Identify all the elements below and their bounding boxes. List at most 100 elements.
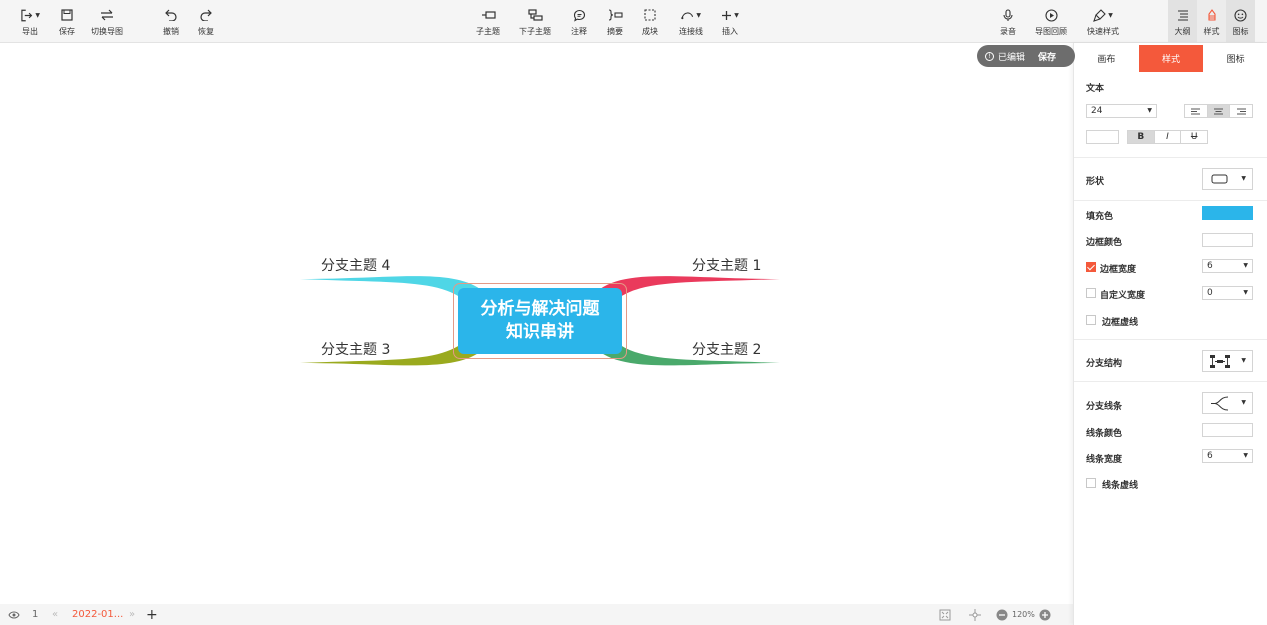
summary-button[interactable]: 摘要 xyxy=(603,0,627,42)
shape-select[interactable]: ▼ xyxy=(1202,168,1253,190)
style-button[interactable]: 样式 xyxy=(1197,0,1226,42)
block-button[interactable]: 成块 xyxy=(638,0,662,42)
sheet-tab[interactable]: 2022-01... xyxy=(72,604,123,625)
border-dash-label: 边框虚线 xyxy=(1102,318,1139,328)
structure-icon xyxy=(1210,355,1230,368)
root-topic[interactable]: 分析与解决问题 知识串讲 xyxy=(458,288,622,354)
branch-topic-3[interactable]: 分支主题 3 xyxy=(321,339,390,359)
export-icon xyxy=(21,9,33,21)
add-sheet-icon[interactable]: + xyxy=(146,604,158,625)
branch-structure-label: 分支结构 xyxy=(1086,359,1123,369)
info-icon: ! xyxy=(985,51,994,61)
fit-screen-button[interactable] xyxy=(939,604,951,625)
branch-topic-4[interactable]: 分支主题 4 xyxy=(321,255,390,275)
line-width-select[interactable]: 6 ▼ xyxy=(1202,449,1253,463)
next-sheet-icon[interactable]: » xyxy=(129,604,135,625)
insert-button[interactable]: ▼ 插入 xyxy=(718,0,742,42)
root-topic-line1: 分析与解决问题 xyxy=(480,299,600,319)
plus-icon xyxy=(722,10,732,20)
status-save-button[interactable]: 保存 xyxy=(1038,50,1056,63)
zoom-in-icon xyxy=(1039,609,1051,620)
mindmap-app: ▼ 导出 保存 切换导图 撤销 恢复 子主题 下子主题 注释 摘要 成块 ▼ 连… xyxy=(0,0,1267,625)
branch-topic-2[interactable]: 分支主题 2 xyxy=(692,339,761,359)
chevron-down-icon: ▼ xyxy=(696,11,701,19)
center-button[interactable] xyxy=(969,604,981,625)
child-topic-icon xyxy=(481,11,496,19)
italic-button[interactable]: I xyxy=(1155,131,1182,143)
branch-line-label: 分支线条 xyxy=(1086,402,1123,412)
outline-button[interactable]: 大纲 xyxy=(1168,0,1197,42)
curve-line-icon xyxy=(1211,396,1229,411)
redo-button[interactable]: 恢复 xyxy=(193,0,219,42)
block-icon xyxy=(644,9,656,21)
divider xyxy=(1074,200,1267,201)
border-width-label: 边框宽度 xyxy=(1100,265,1137,275)
sub-topic-label: 下子主题 xyxy=(519,27,551,36)
line-color-swatch[interactable] xyxy=(1202,423,1253,437)
note-button[interactable]: 注释 xyxy=(567,0,591,42)
root-topic-line2: 知识串讲 xyxy=(506,322,574,342)
save-button[interactable]: 保存 xyxy=(54,0,80,42)
fill-color-swatch[interactable] xyxy=(1202,206,1253,220)
child-topic-button[interactable]: 子主题 xyxy=(474,0,502,42)
align-right-icon xyxy=(1236,108,1246,114)
custom-width-value: 0 xyxy=(1207,288,1213,298)
border-color-swatch[interactable] xyxy=(1202,233,1253,247)
edit-status-pill: ! 已编辑 保存 xyxy=(977,45,1075,67)
tab-style[interactable]: 样式 xyxy=(1138,45,1204,72)
undo-button[interactable]: 撤销 xyxy=(158,0,184,42)
zoom-in-button[interactable] xyxy=(1039,604,1051,625)
text-color-swatch[interactable] xyxy=(1086,130,1119,144)
align-right-button[interactable] xyxy=(1230,105,1252,117)
text-align-group xyxy=(1184,104,1253,118)
brush-icon xyxy=(1093,8,1106,22)
line-dash-label: 线条虚线 xyxy=(1102,481,1139,491)
custom-width-checkbox[interactable] xyxy=(1086,288,1096,298)
tab-icons[interactable]: 图标 xyxy=(1203,45,1267,72)
font-size-select[interactable]: 24 ▼ xyxy=(1086,104,1157,118)
align-center-button[interactable] xyxy=(1207,105,1231,117)
branch-topic-1[interactable]: 分支主题 1 xyxy=(692,255,761,275)
border-width-checkbox[interactable] xyxy=(1086,262,1096,272)
eye-icon xyxy=(8,611,20,618)
branch-structure-select[interactable]: ▼ xyxy=(1202,350,1253,372)
redo-icon xyxy=(200,9,212,21)
connect-line-label: 连接线 xyxy=(679,27,703,36)
font-size-value: 24 xyxy=(1091,106,1103,116)
line-color-label: 线条颜色 xyxy=(1086,429,1123,439)
quick-style-button[interactable]: ▼ 快速样式 xyxy=(1083,0,1123,42)
bold-button[interactable]: B xyxy=(1128,131,1155,143)
playback-button[interactable]: 导图回顾 xyxy=(1033,0,1069,42)
connect-line-button[interactable]: ▼ 连接线 xyxy=(674,0,708,42)
switch-map-button[interactable]: 切换导图 xyxy=(88,0,126,42)
export-button[interactable]: ▼ 导出 xyxy=(16,0,44,42)
border-width-select[interactable]: 6 ▼ xyxy=(1202,259,1253,273)
note-icon xyxy=(573,9,585,22)
sub-topic-button[interactable]: 下子主题 xyxy=(517,0,553,42)
block-label: 成块 xyxy=(642,27,658,36)
prev-sheet-icon[interactable]: « xyxy=(52,604,58,625)
line-dash-checkbox[interactable] xyxy=(1086,478,1096,488)
playback-label: 导图回顾 xyxy=(1035,27,1067,36)
strike-button[interactable]: U xyxy=(1181,131,1207,143)
branch-line-select[interactable]: ▼ xyxy=(1202,392,1253,414)
chevron-down-icon: ▼ xyxy=(1243,289,1248,296)
align-left-button[interactable] xyxy=(1185,105,1208,117)
align-center-icon xyxy=(1214,108,1223,114)
redo-label: 恢复 xyxy=(198,27,214,36)
custom-width-select[interactable]: 0 ▼ xyxy=(1202,286,1253,300)
zoom-out-button[interactable] xyxy=(996,604,1008,625)
line-width-label: 线条宽度 xyxy=(1086,455,1123,465)
icons-button[interactable]: 图标 xyxy=(1226,0,1255,42)
record-button[interactable]: 录音 xyxy=(996,0,1020,42)
align-left-icon xyxy=(1191,108,1201,114)
border-dash-checkbox[interactable] xyxy=(1086,315,1096,325)
chevron-down-icon: ▼ xyxy=(35,11,40,19)
undo-label: 撤销 xyxy=(163,27,179,36)
panel-tabs: 画布 样式 图标 xyxy=(1074,45,1267,72)
tab-canvas[interactable]: 画布 xyxy=(1074,45,1139,72)
mindmap-canvas[interactable]: 分析与解决问题 知识串讲 分支主题 1 分支主题 2 分支主题 3 分支主题 4 xyxy=(0,43,1073,604)
fit-screen-icon xyxy=(939,609,951,620)
outline-icon xyxy=(1177,10,1188,20)
preview-toggle[interactable] xyxy=(8,604,20,625)
